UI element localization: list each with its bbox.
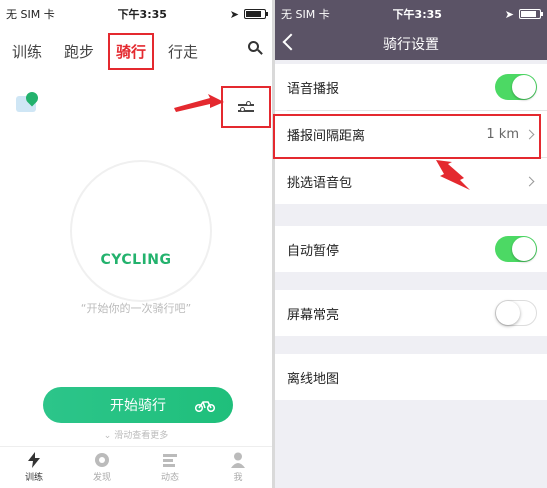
sport-tabs: 训练 跑步 骑行 行走 [0,28,272,74]
tab-training[interactable]: 训练 [12,41,42,62]
start-cycling-button[interactable]: 开始骑行 [43,387,233,423]
location-icon: ➤ [504,7,514,21]
bicycle-icon [195,401,215,412]
chevron-down-icon: ⌄ [103,431,115,441]
status-icons: ➤ [229,7,268,21]
row-label: 自动暂停 [287,243,340,259]
row-label: 离线地图 [287,371,340,387]
scroll-hint: ⌄ 滑动查看更多 [0,428,272,441]
nav-training[interactable]: 训练 [0,447,68,488]
row-label: 屏幕常亮 [287,307,340,323]
annotation-arrow [436,160,470,190]
tab-cycling[interactable]: 骑行 [108,32,155,70]
row-voice-pack[interactable]: 挑选语音包 [275,158,547,204]
map-icon[interactable] [16,89,42,114]
nav-label: 训练 [24,473,43,483]
row-voice-broadcast: 语音播报 [275,64,547,110]
nav-label: 发现 [92,473,111,483]
cycling-settings-button[interactable] [221,86,271,128]
search-icon[interactable] [248,41,264,57]
row-offline-map[interactable]: 离线地图 [275,354,547,400]
battery-icon [244,9,268,19]
status-bar: 无 SIM 卡 下午3:35 ➤ [0,0,272,28]
nav-me[interactable]: 我 [204,447,272,488]
clock-text: 下午3:35 [117,8,167,21]
annotation-arrow [174,94,224,112]
status-icons: ➤ [504,7,543,21]
annotation-highlight-box [273,114,541,159]
settings-sliders-icon [238,101,254,113]
screenshot-stage: 无 SIM 卡 下午3:35 ➤ 训练 跑步 骑行 行走 CYCLING “开始… [0,0,547,488]
tab-walking[interactable]: 行走 [168,41,198,62]
voice-broadcast-toggle[interactable] [495,74,537,100]
scroll-hint-label: 滑动查看更多 [114,431,169,441]
carrier-text: 无 SIM 卡 [6,8,55,21]
back-icon[interactable] [282,33,300,51]
person-icon [230,452,246,468]
row-label: 语音播报 [287,81,340,97]
bottom-nav: 训练 发现 动态 我 [0,446,272,488]
settings-header: 骑行设置 [275,28,547,60]
right-phone-screen: 无 SIM 卡 下午3:35 ➤ 骑行设置 语音播报 播报间隔距离 1 km 挑… [275,0,547,488]
nav-discover[interactable]: 发现 [68,447,136,488]
status-bar: 无 SIM 卡 下午3:35 ➤ [275,0,547,28]
lightning-icon [26,452,42,468]
compass-icon [94,452,110,468]
row-screen-always-on: 屏幕常亮 [275,290,547,336]
screen-on-toggle[interactable] [495,300,537,326]
location-icon: ➤ [229,7,239,21]
row-label: 挑选语音包 [287,175,353,191]
row-auto-pause: 自动暂停 [275,226,547,272]
start-cycling-label: 开始骑行 [110,398,166,414]
left-phone-screen: 无 SIM 卡 下午3:35 ➤ 训练 跑步 骑行 行走 CYCLING “开始… [0,0,272,488]
cycling-quote: “开始你的一次骑行吧” [80,302,192,315]
cycling-label: CYCLING [100,252,172,268]
nav-label: 动态 [160,473,179,483]
cycling-ring [70,160,212,302]
clock-text: 下午3:35 [392,8,442,21]
chevron-right-icon [524,176,535,186]
tab-running[interactable]: 跑步 [64,41,94,62]
nav-label: 我 [233,473,243,483]
nav-feed[interactable]: 动态 [136,447,204,488]
feed-icon [162,452,178,468]
page-title: 骑行设置 [383,37,439,53]
carrier-text: 无 SIM 卡 [281,8,330,21]
battery-icon [519,9,543,19]
auto-pause-toggle[interactable] [495,236,537,262]
